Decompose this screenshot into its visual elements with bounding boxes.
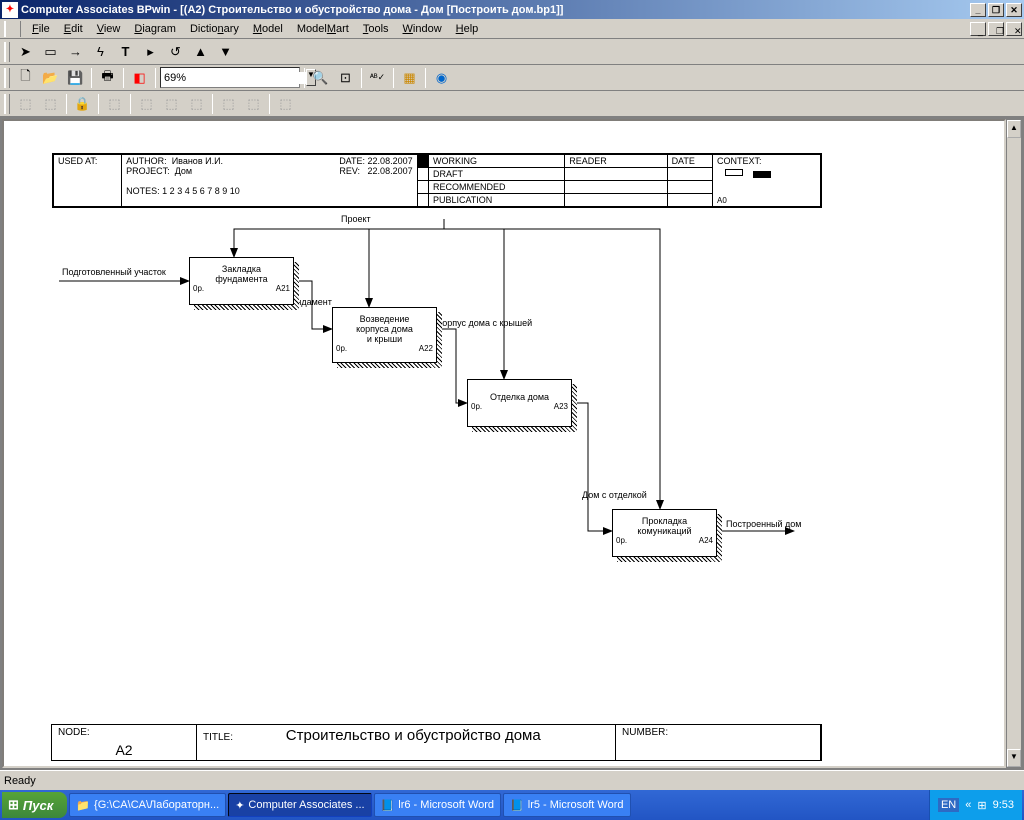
- zoom-tool[interactable]: 🔍: [309, 67, 332, 89]
- activity-a21[interactable]: Закладка фундамента 0р.A21: [189, 257, 294, 305]
- arrow-tool[interactable]: →: [64, 41, 87, 63]
- mm-btn-5[interactable]: ⬚: [135, 93, 158, 115]
- grip-icon: [4, 42, 10, 62]
- label-otd: Дом с отделкой: [582, 490, 647, 500]
- goto-child-tool[interactable]: ▼: [214, 41, 237, 63]
- arrows: [4, 121, 1006, 761]
- task-explorer[interactable]: 📁{G:\CA\CA\Лабораторн...: [69, 793, 226, 817]
- modelmart-toolbar: ⬚ ⬚ 🔒 ⬚ ⬚ ⬚ ⬚ ⬚ ⬚ ⬚: [0, 91, 1024, 117]
- menu-modelmart[interactable]: ModelMart: [290, 21, 356, 37]
- mm-btn-3[interactable]: 🔒: [71, 93, 94, 115]
- report-button[interactable]: ▦: [398, 67, 421, 89]
- activity-a22[interactable]: Возведение корпуса дома и крыши 0р.A22: [332, 307, 437, 363]
- menu-view[interactable]: View: [90, 21, 128, 37]
- menu-model[interactable]: Model: [246, 21, 290, 37]
- workspace: USED AT: AUTHOR: Иванов И.И. DATE: 22.08…: [0, 117, 1024, 770]
- menu-diagram[interactable]: Diagram: [127, 21, 183, 37]
- model-explorer-button[interactable]: ◧: [128, 67, 151, 89]
- folder-icon: 📁: [76, 799, 90, 812]
- save-button[interactable]: 💾: [64, 67, 87, 89]
- minimize-button[interactable]: _: [970, 3, 986, 17]
- mm-btn-1[interactable]: ⬚: [14, 93, 37, 115]
- clock[interactable]: 9:53: [993, 799, 1014, 811]
- diagram-canvas[interactable]: USED AT: AUTHOR: Иванов И.И. DATE: 22.08…: [2, 119, 1006, 768]
- hdr-usedat: USED AT:: [54, 155, 122, 207]
- menu-help[interactable]: Help: [449, 21, 486, 37]
- menu-window[interactable]: Window: [396, 21, 449, 37]
- windows-icon: ⊞: [8, 797, 19, 813]
- grip-icon: [4, 21, 21, 37]
- lang-indicator[interactable]: EN: [938, 798, 959, 812]
- goto-parent-tool[interactable]: ▲: [189, 41, 212, 63]
- standard-toolbar: 🗋 📂 💾 🖶 ◧ ▼ 🔍 ⊡ ᴬᴮ✓ ▦ ◉: [0, 65, 1024, 91]
- tray-icon[interactable]: «: [965, 799, 971, 811]
- mm-btn-7[interactable]: ⬚: [185, 93, 208, 115]
- app-icon: ✦: [235, 799, 244, 812]
- drawing-toolbar: ➤ ▭ → ϟ T ▸ ↺ ▲ ▼: [0, 39, 1024, 65]
- mdi-minimize-button[interactable]: _: [970, 22, 986, 36]
- start-button[interactable]: ⊞ Пуск: [2, 792, 67, 818]
- diagram-header: USED AT: AUTHOR: Иванов И.И. DATE: 22.08…: [52, 153, 822, 208]
- label-korp: Корпус дома с крышей: [437, 318, 532, 328]
- zoom-input[interactable]: [164, 72, 306, 84]
- spellcheck-button[interactable]: ᴬᴮ✓: [366, 67, 389, 89]
- window-title: Computer Associates BPwin - [(A2) Строит…: [21, 4, 563, 16]
- mm-btn-8[interactable]: ⬚: [217, 93, 240, 115]
- mm-btn-6[interactable]: ⬚: [160, 93, 183, 115]
- word-icon: 📘: [510, 799, 524, 812]
- zoom-fit-button[interactable]: ⊡: [334, 67, 357, 89]
- label-input: Подготовленный участок: [62, 267, 166, 277]
- statusbar: Ready: [0, 770, 1024, 790]
- close-button[interactable]: ✕: [1006, 3, 1022, 17]
- label-out: Построенный дом: [726, 519, 802, 529]
- task-word1[interactable]: 📘lr6 - Microsoft Word: [374, 793, 501, 817]
- tray-icon-2[interactable]: ⊞: [977, 799, 986, 812]
- activity-a24[interactable]: Прокладка комуникаций 0р.A24: [612, 509, 717, 557]
- mm-btn-10[interactable]: ⬚: [274, 93, 297, 115]
- new-button[interactable]: 🗋: [14, 67, 37, 89]
- grip-icon: [4, 68, 10, 88]
- squiggle-tool[interactable]: ϟ: [89, 41, 112, 63]
- status-text: Ready: [4, 775, 36, 787]
- system-tray[interactable]: EN « ⊞ 9:53: [929, 790, 1022, 820]
- zoom-combo[interactable]: ▼: [160, 67, 300, 88]
- activity-tool[interactable]: ▭: [39, 41, 62, 63]
- activity-a23[interactable]: Отделка дома 0р.A23: [467, 379, 572, 427]
- vertical-scrollbar[interactable]: [1006, 119, 1022, 768]
- menu-edit[interactable]: Edit: [57, 21, 90, 37]
- mdi-restore-button[interactable]: ❐: [988, 22, 1004, 36]
- menu-tools[interactable]: Tools: [356, 21, 396, 37]
- taskbar: ⊞ Пуск 📁{G:\CA\CA\Лабораторн... ✦Compute…: [0, 790, 1024, 820]
- menubar: File Edit View Diagram Dictionary Model …: [0, 19, 1024, 39]
- redo-tool[interactable]: ↺: [164, 41, 187, 63]
- mdi-close-button[interactable]: ✕: [1006, 22, 1022, 36]
- open-button[interactable]: 📂: [39, 67, 62, 89]
- mm-btn-9[interactable]: ⬚: [242, 93, 265, 115]
- grip-icon: [4, 94, 10, 114]
- menu-dictionary[interactable]: Dictionary: [183, 21, 246, 37]
- tunnel-tool[interactable]: ▸: [139, 41, 162, 63]
- maximize-button[interactable]: ❐: [988, 3, 1004, 17]
- app-icon: ✦: [2, 2, 18, 18]
- pointer-tool[interactable]: ➤: [14, 41, 37, 63]
- titlebar: ✦ Computer Associates BPwin - [(A2) Стро…: [0, 0, 1024, 19]
- text-tool[interactable]: T: [114, 41, 137, 63]
- word-icon: 📘: [381, 799, 395, 812]
- task-word2[interactable]: 📘lr5 - Microsoft Word: [503, 793, 630, 817]
- mm-btn-2[interactable]: ⬚: [39, 93, 62, 115]
- modelmart-button[interactable]: ◉: [430, 67, 453, 89]
- label-project: Проект: [341, 214, 371, 224]
- task-bpwin[interactable]: ✦Computer Associates ...: [228, 793, 371, 817]
- mm-btn-4[interactable]: ⬚: [103, 93, 126, 115]
- menu-file[interactable]: File: [25, 21, 57, 37]
- diagram-footer: NODE:A2 TITLE: Строительство и обустройс…: [51, 724, 822, 761]
- print-button[interactable]: 🖶: [96, 67, 119, 89]
